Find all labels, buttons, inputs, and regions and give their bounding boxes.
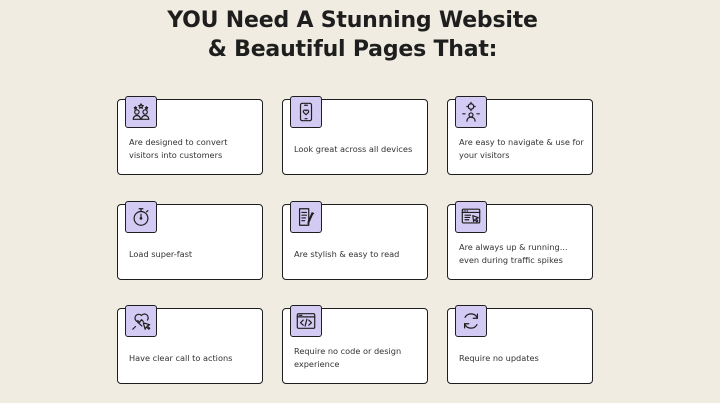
people-stars-icon xyxy=(125,96,157,128)
feature-card-navigate: Are easy to navigate & use for your visi… xyxy=(447,96,593,175)
heart-click-icon xyxy=(125,305,157,337)
browser-cursor-icon xyxy=(455,201,487,233)
heading-line-2: & Beautiful Pages That: xyxy=(207,37,498,62)
stopwatch-icon xyxy=(125,201,157,233)
user-navigation-icon xyxy=(455,96,487,128)
code-window-icon xyxy=(290,305,322,337)
heading-line-1: YOU Need A Stunning Website xyxy=(167,8,538,33)
feature-text: Are easy to navigate & use for your visi… xyxy=(459,137,584,160)
feature-card-cta: Have clear call to actions xyxy=(117,305,263,384)
feature-card-convert: Are designed to convert visitors into cu… xyxy=(117,96,263,175)
feature-text: Are always up & running... even during t… xyxy=(459,242,568,265)
feature-text: Are designed to convert visitors into cu… xyxy=(129,137,228,160)
feature-card-nocode: Require no code or design experience xyxy=(282,305,428,384)
mobile-heart-icon xyxy=(290,96,322,128)
refresh-icon xyxy=(455,305,487,337)
feature-card-stylish: Are stylish & easy to read xyxy=(282,201,428,280)
feature-text: Require no code or design experience xyxy=(294,346,402,369)
page-heading: YOU Need A Stunning Website & Beautiful … xyxy=(0,6,705,64)
feature-card-devices: Look great across all devices xyxy=(282,96,428,175)
feature-text: Require no updates xyxy=(459,353,539,363)
feature-text: Load super-fast xyxy=(129,249,193,259)
feature-text: Have clear call to actions xyxy=(129,353,233,363)
feature-text: Are stylish & easy to read xyxy=(294,249,400,259)
feature-card-uptime: Are always up & running... even during t… xyxy=(447,201,593,280)
feature-card-speed: Load super-fast xyxy=(117,201,263,280)
feature-card-updates: Require no updates xyxy=(447,305,593,384)
feature-text: Look great across all devices xyxy=(294,144,413,154)
document-pen-icon xyxy=(290,201,322,233)
